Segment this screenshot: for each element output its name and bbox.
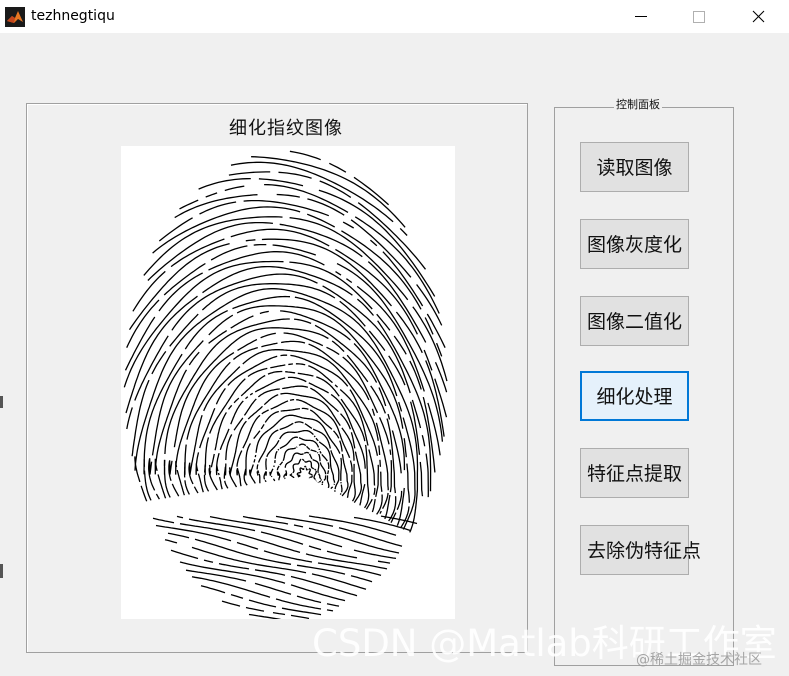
window-title: tezhnegtiqu bbox=[31, 8, 115, 24]
extract-minutiae-button[interactable]: 特征点提取 bbox=[580, 448, 689, 498]
control-panel-title: 控制面板 bbox=[614, 98, 662, 112]
maximize-button[interactable] bbox=[675, 0, 721, 33]
binarize-button[interactable]: 图像二值化 bbox=[580, 296, 689, 346]
thinning-button[interactable]: 细化处理 bbox=[580, 371, 689, 421]
title-bar[interactable]: tezhnegtiqu bbox=[0, 0, 789, 33]
maximize-icon bbox=[693, 11, 705, 23]
read-image-button[interactable]: 读取图像 bbox=[580, 142, 689, 192]
close-button[interactable] bbox=[736, 0, 782, 33]
minimize-button[interactable] bbox=[618, 0, 664, 33]
matlab-icon bbox=[5, 7, 25, 27]
grayscale-button[interactable]: 图像灰度化 bbox=[580, 219, 689, 269]
minimize-icon bbox=[635, 16, 647, 17]
fingerprint-image bbox=[121, 146, 455, 622]
figure-title: 细化指纹图像 bbox=[229, 118, 343, 139]
edge-marker bbox=[0, 396, 3, 408]
remove-false-minutiae-button[interactable]: 去除伪特征点 bbox=[580, 525, 701, 575]
edge-marker bbox=[0, 564, 3, 578]
close-icon bbox=[752, 10, 765, 23]
ridge-lines bbox=[123, 150, 448, 622]
